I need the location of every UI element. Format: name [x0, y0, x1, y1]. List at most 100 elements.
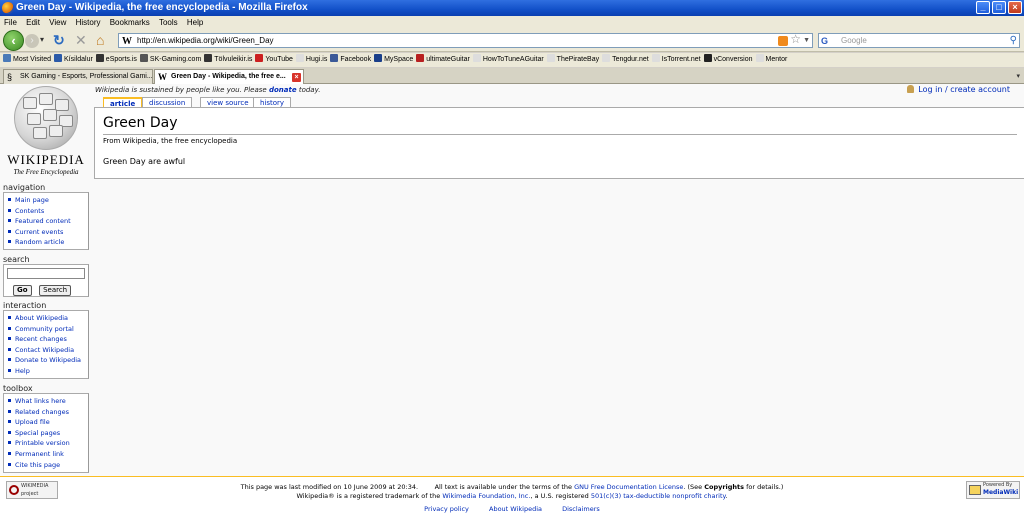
wiki-search-input[interactable] — [7, 268, 85, 279]
go-button[interactable]: Go — [13, 285, 32, 296]
bookmark-star-icon[interactable]: ☆ — [790, 33, 801, 46]
wikimedia-foundation-link[interactable]: Wikimedia Foundation, Inc. — [442, 492, 530, 500]
article-body: Green Day are awful — [103, 157, 186, 166]
bookmark-item[interactable]: ThePirateBay — [546, 53, 600, 67]
donate-link[interactable]: donate — [269, 86, 297, 94]
bookmark-label: Hugi.is — [305, 56, 328, 63]
bookmark-item[interactable]: Tengdur.net — [602, 53, 649, 67]
url-bar[interactable]: W http://en.wikipedia.org/wiki/Green_Day… — [118, 33, 813, 48]
bookmark-label: ThePirateBay — [556, 56, 600, 63]
minimize-icon[interactable]: _ — [976, 1, 990, 14]
interaction-link[interactable]: Help — [8, 366, 88, 377]
toolbox-link[interactable]: Printable version — [8, 438, 88, 449]
powered-by-mediawiki-badge[interactable]: Powered By MediaWiki — [966, 481, 1020, 499]
interaction-link[interactable]: Donate to Wikipedia — [8, 355, 88, 366]
back-arrow-icon[interactable]: ‹ — [3, 30, 24, 51]
bookmark-favicon-icon — [295, 54, 304, 62]
disclaimers-link[interactable]: Disclaimers — [562, 505, 600, 513]
copyrights-link[interactable]: Copyrights — [704, 483, 744, 491]
bookmark-item[interactable]: MySpace — [374, 53, 413, 67]
bookmark-item[interactable]: eSports.is — [95, 53, 137, 67]
menu-bookmarks[interactable]: Bookmarks — [110, 18, 150, 27]
tab-bar: § SK Gaming - Esports, Professional Gami… — [0, 68, 1024, 85]
home-icon[interactable]: ⌂ — [96, 33, 104, 47]
charity-link[interactable]: charity — [704, 492, 726, 500]
tab-list-icon[interactable]: ▾ — [1016, 72, 1020, 80]
stop-icon[interactable]: ✕ — [75, 33, 87, 47]
toolbox-link[interactable]: Upload file — [8, 417, 88, 428]
interaction-link[interactable]: Recent changes — [8, 334, 88, 345]
bookmark-item[interactable]: HowToTuneAGuitar — [472, 53, 544, 67]
bookmark-item[interactable]: SK-Gaming.com — [139, 53, 201, 67]
bookmark-label: IsTorrent.net — [661, 56, 701, 63]
bookmark-item[interactable]: vConversion — [703, 53, 753, 67]
toolbox-link[interactable]: Permanent link — [8, 449, 88, 460]
bookmark-item[interactable]: Tölvuleikir.is — [204, 53, 252, 67]
forward-arrow-icon[interactable]: › — [25, 34, 39, 48]
501c3-link[interactable]: 501(c)(3) — [591, 492, 621, 500]
bookmark-label: Kísildalur — [64, 56, 93, 63]
reload-icon[interactable]: ↻ — [53, 33, 65, 47]
bookmark-label: YouTube — [265, 56, 293, 63]
navigation-link[interactable]: Main page — [8, 195, 88, 206]
history-dropdown-icon[interactable]: ▾ — [40, 35, 44, 44]
magnifier-icon[interactable]: ⚲ — [1010, 34, 1017, 47]
article-content: Green Day From Wikipedia, the free encyc… — [94, 107, 1024, 179]
bookmark-item[interactable]: Most Visited — [3, 53, 51, 67]
wikipedia-logo[interactable]: WIKIPEDIA The Free Encyclopedia — [4, 86, 88, 180]
bookmark-label: Most Visited — [13, 56, 51, 63]
toolbox-link[interactable]: Related changes — [8, 407, 88, 418]
navigation-toolbar: ‹ › ▾ ↻ ✕ ⌂ W http://en.wikipedia.org/wi… — [0, 29, 1024, 52]
menu-tools[interactable]: Tools — [159, 18, 178, 27]
sk-gaming-favicon-icon: § — [7, 72, 13, 82]
gfdl-link[interactable]: GNU Free Documentation License — [574, 483, 683, 491]
menu-file[interactable]: File — [4, 18, 17, 27]
bookmark-favicon-icon — [374, 54, 383, 62]
trademark-end: . — [725, 492, 728, 500]
navigation-link[interactable]: Current events — [8, 227, 88, 238]
toolbox-link[interactable]: What links here — [8, 396, 88, 407]
interaction-heading: interaction — [3, 301, 47, 310]
search-bar[interactable]: G Google ⚲ — [818, 33, 1020, 48]
navigation-link[interactable]: Featured content — [8, 216, 88, 227]
page-title: Green Day — [103, 115, 178, 131]
last-modified: This page was last modified on 10 June 2… — [240, 483, 419, 491]
close-icon[interactable]: × — [1008, 1, 1022, 14]
interaction-link[interactable]: About Wikipedia — [8, 313, 88, 324]
menu-help[interactable]: Help — [187, 18, 203, 27]
bookmark-item[interactable]: Facebook — [330, 53, 371, 67]
bookmark-item[interactable]: YouTube — [255, 53, 293, 67]
navigation-link[interactable]: Random article — [8, 237, 88, 248]
bookmark-item[interactable]: Mentor — [755, 53, 787, 67]
interaction-link[interactable]: Contact Wikipedia — [8, 345, 88, 356]
toolbox-link[interactable]: Cite this page — [8, 460, 88, 471]
site-notice: Wikipedia is sustained by people like yo… — [95, 86, 320, 94]
mw-badge-name: MediaWiki — [983, 489, 1019, 496]
close-tab-icon[interactable]: × — [292, 73, 301, 82]
bookmark-favicon-icon — [3, 54, 11, 62]
tab-sk-gaming[interactable]: § SK Gaming - Esports, Professional Gami… — [3, 69, 153, 84]
rss-feed-icon[interactable] — [778, 36, 788, 46]
menu-edit[interactable]: Edit — [26, 18, 40, 27]
toolbox-link[interactable]: Special pages — [8, 428, 88, 439]
login-link[interactable]: Log in / create account — [907, 85, 1010, 94]
menu-bar: File Edit View History Bookmarks Tools H… — [0, 16, 1024, 29]
bookmark-item[interactable]: ultimateGuitar — [416, 53, 470, 67]
search-button[interactable]: Search — [39, 285, 72, 296]
bookmark-item[interactable]: Hugi.is — [295, 53, 328, 67]
google-engine-icon[interactable]: G — [821, 35, 828, 48]
about-wikipedia-link[interactable]: About Wikipedia — [489, 505, 542, 513]
menu-history[interactable]: History — [76, 18, 101, 27]
interaction-link[interactable]: Community portal — [8, 324, 88, 335]
bookmark-item[interactable]: Kísildalur — [54, 53, 93, 67]
url-dropdown-icon[interactable]: ▼ — [803, 34, 810, 47]
toolbox-heading: toolbox — [3, 384, 33, 393]
privacy-policy-link[interactable]: Privacy policy — [424, 505, 469, 513]
nonprofit-link[interactable]: nonprofit — [672, 492, 702, 500]
bookmark-item[interactable]: IsTorrent.net — [651, 53, 701, 67]
maximize-icon[interactable]: □ — [992, 1, 1006, 14]
menu-view[interactable]: View — [49, 18, 66, 27]
tab-green-day[interactable]: W Green Day - Wikipedia, the free e... × — [154, 69, 304, 85]
tax-deductible-link[interactable]: tax-deductible — [623, 492, 670, 500]
navigation-link[interactable]: Contents — [8, 206, 88, 217]
